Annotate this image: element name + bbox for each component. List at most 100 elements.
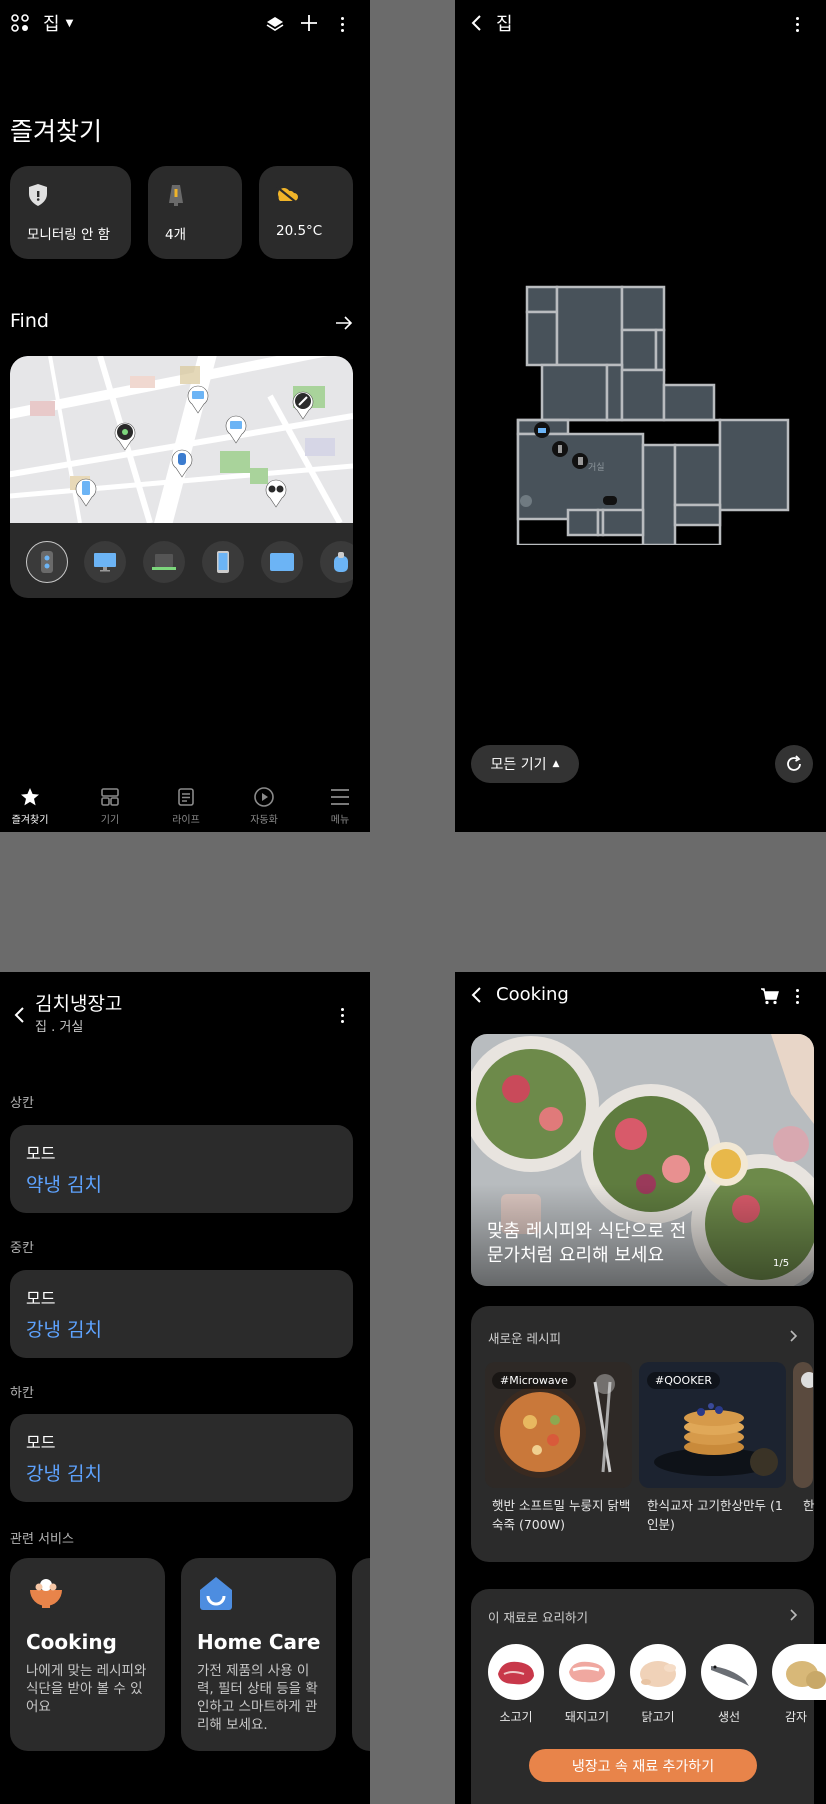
map-pin-monitor-2[interactable] [224,414,248,444]
map-pin-earbuds[interactable] [264,478,288,508]
back-icon[interactable] [467,12,485,34]
rotate-button[interactable] [775,745,813,783]
device-speaker-button[interactable] [26,541,68,583]
cooking-service-card[interactable]: Cooking 나에게 맞는 레시피와 식단을 받아 볼 수 있어요 [10,1558,165,1751]
ingredient-chicken[interactable] [630,1644,686,1700]
nav-life[interactable]: 라이프 [156,786,216,826]
ingredient-pork[interactable] [559,1644,615,1700]
recipe-tag-1: #Microwave [492,1372,576,1389]
map-pin-watch[interactable] [170,448,194,478]
weather-card[interactable]: 20.5°C [259,166,353,259]
middle-mode-card[interactable]: 모드 강냉 김치 [10,1270,353,1358]
lights-card[interactable]: 4개 [148,166,242,259]
caret-down-icon: ▼ [65,17,74,29]
related-services-label: 관련 서비스 [10,1532,74,1547]
ingredient-potato-label: 감자 [784,1710,808,1724]
nav-favorites-label: 즐겨찾기 [11,815,49,826]
lights-count: 4개 [165,227,187,243]
floor-plan-map[interactable]: 거실 [490,285,800,547]
play-icon [234,786,294,808]
device-title: 김치냉장고 [35,993,123,1015]
more-options-icon[interactable] [334,1004,350,1026]
more-options-icon[interactable] [334,13,350,35]
homecare-service-card[interactable]: Home Care 가전 제품의 사용 이력, 필터 상태 등을 확인하고 스마… [181,1558,336,1751]
shield-icon [27,183,49,211]
map-pin-monitor[interactable] [186,384,210,414]
all-devices-button[interactable]: 모든 기기 ▲ [471,745,579,783]
find-map[interactable] [10,356,353,523]
nav-menu[interactable]: 메뉴 [310,786,370,826]
back-icon[interactable] [10,1004,28,1026]
more-options-icon[interactable] [789,985,805,1007]
beef-icon [498,1661,534,1685]
find-card[interactable] [10,356,353,598]
middle-mode-label: 모드 [26,1289,56,1308]
device-marker-small[interactable] [520,495,532,507]
home-title: 집 [43,14,60,35]
recipe-name-2: 한식교자 고기한상만두 (1인분) [647,1498,783,1532]
upper-mode-value: 약냉 김치 [26,1174,102,1196]
add-fridge-ingredients-button[interactable]: 냉장고 속 재료 추가하기 [529,1749,757,1782]
middle-mode-value: 강냉 김치 [26,1319,102,1341]
recipe-image-3-peek[interactable] [793,1362,813,1488]
cooking-service-desc: 나에게 맞는 레시피와 식단을 받아 볼 수 있어요 [26,1663,147,1715]
homecare-service-title: Home Care [197,1630,321,1654]
ingredient-fish-label: 생선 [717,1710,741,1724]
device-marker-tv[interactable] [534,422,550,438]
phone-icon [217,551,229,573]
recipe-name-3: 한 [803,1498,815,1513]
lower-mode-value: 강냉 김치 [26,1463,102,1485]
home-selector[interactable]: 집 ▼ [43,10,73,36]
security-card[interactable]: 모니터링 안 함 [10,166,131,259]
next-service-card-peek[interactable] [352,1558,370,1751]
device-monitor-button[interactable] [84,541,126,583]
cart-icon[interactable] [759,985,781,1007]
favorites-title: 즐겨찾기 [10,117,103,146]
device-marker-group[interactable] [603,496,617,505]
ingredients-label: 이 재료로 요리하기 [488,1610,588,1625]
hero-banner[interactable]: 맞춤 레시피와 식단으로 전문가처럼 요리해 보세요 1/5 [471,1034,814,1286]
section-middle-label: 중칸 [10,1241,34,1256]
device-tag-button[interactable] [320,541,353,583]
map-pin-tag[interactable] [113,421,137,451]
back-icon[interactable] [467,984,485,1006]
lower-mode-card[interactable]: 모드 강냉 김치 [10,1414,353,1502]
rotate-icon [787,755,801,771]
nav-favorites[interactable]: 즐겨찾기 [0,786,60,826]
map-pin-phone[interactable] [74,477,98,507]
home-grid-icon[interactable] [10,13,30,33]
device-marker-speaker[interactable] [552,441,568,457]
section-lower-label: 하칸 [10,1386,34,1401]
floorplan-title: 집 [496,14,513,35]
favorites-screen: 집 ▼ 즐겨찾기 모니터링 안 함 4개 20.5°C Find 즐겨찾기 기기… [0,0,370,832]
light-icon [165,183,187,211]
ingredient-beef[interactable] [488,1644,544,1700]
nav-devices-label: 기기 [100,815,120,826]
ingredient-potato[interactable] [772,1644,826,1700]
chevron-right-icon[interactable] [787,1607,801,1623]
device-laptop-button[interactable] [143,541,185,583]
add-icon[interactable] [298,12,320,34]
monitor-icon [94,553,116,572]
weather-icon [274,183,300,211]
svg-text:거실: 거실 [588,462,605,473]
device-marker-fridge[interactable] [572,453,588,469]
nav-devices[interactable]: 기기 [80,786,140,826]
upper-mode-label: 모드 [26,1144,56,1163]
ingredient-fish[interactable] [701,1644,757,1700]
recipe-tag-2: #QOOKER [647,1372,720,1389]
device-tablet-button[interactable] [261,541,303,583]
chevron-right-icon[interactable] [787,1328,801,1344]
more-options-icon[interactable] [789,13,805,35]
device-phone-button[interactable] [202,541,244,583]
lower-mode-label: 모드 [26,1433,56,1452]
arrow-right-icon[interactable] [333,313,355,333]
speaker-icon [41,551,53,573]
cooking-bowl-icon [26,1574,66,1614]
layers-icon[interactable] [264,13,286,35]
add-fridge-ingredients-label: 냉장고 속 재료 추가하기 [571,1758,715,1775]
upper-mode-card[interactable]: 모드 약냉 김치 [10,1125,353,1213]
find-title: Find [10,310,49,332]
nav-automation[interactable]: 자동화 [234,786,294,826]
map-pin-pen[interactable] [291,390,315,420]
